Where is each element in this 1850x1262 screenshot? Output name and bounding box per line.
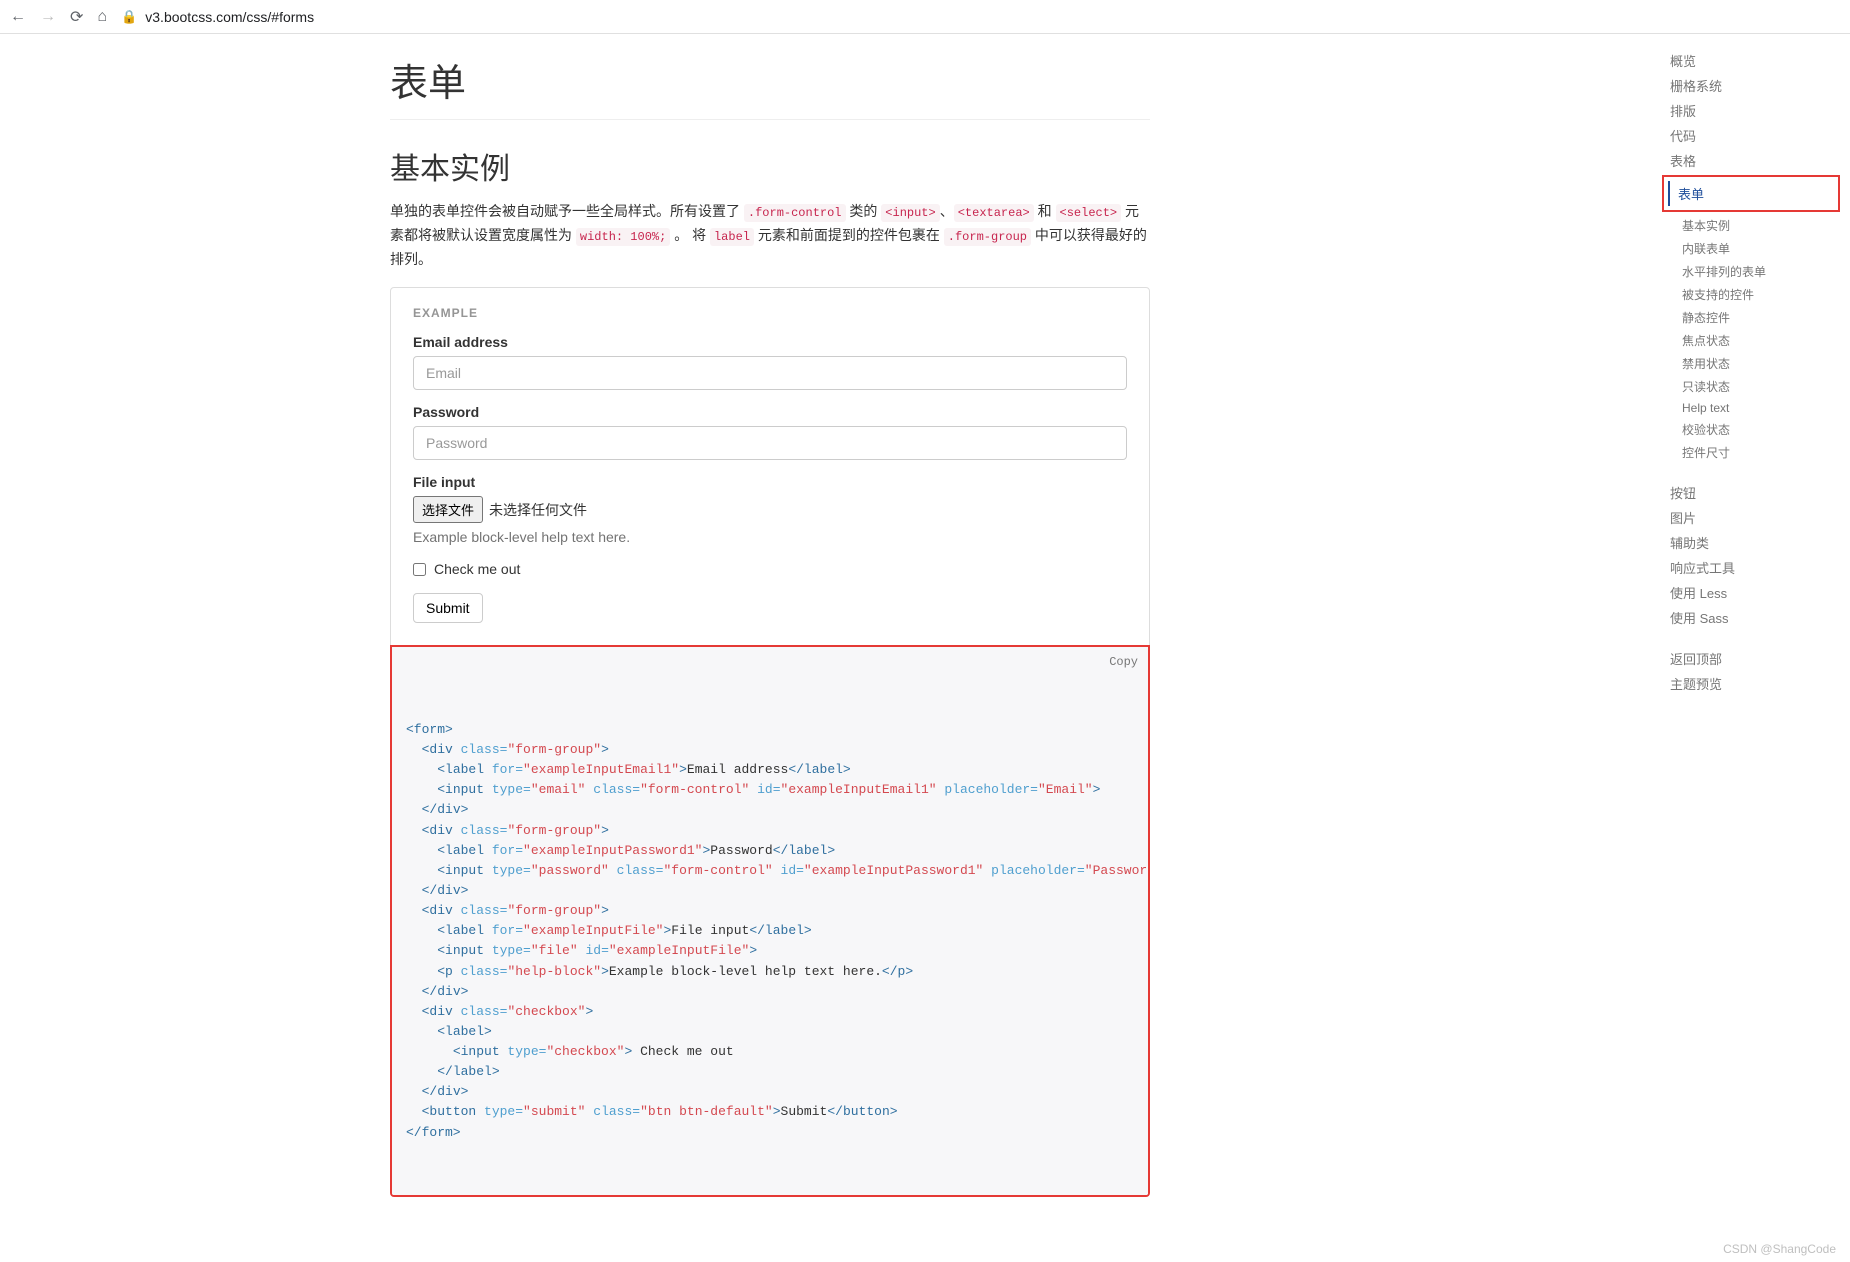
check-me-out-checkbox[interactable] xyxy=(413,563,426,576)
sidenav-item[interactable]: 辅助类 xyxy=(1670,530,1850,555)
example-panel: EXAMPLE Email address Password File inpu… xyxy=(390,287,1150,646)
sidenav-item[interactable]: 按钮 xyxy=(1670,480,1850,505)
sidenav-item[interactable]: 表格 xyxy=(1670,148,1850,173)
sidenav-item[interactable]: 校验状态 xyxy=(1670,418,1850,441)
example-label: EXAMPLE xyxy=(413,306,1127,320)
section-title: 基本实例 xyxy=(390,144,1150,188)
sidenav-item[interactable]: 被支持的控件 xyxy=(1670,283,1850,306)
sidenav-item[interactable]: 只读状态 xyxy=(1670,375,1850,398)
code-block: Copy <form> <div class="form-group"> <la… xyxy=(390,645,1150,1197)
page-title: 表单 xyxy=(390,52,1150,120)
sidenav-item[interactable]: 概览 xyxy=(1670,48,1850,73)
sidenav-item[interactable]: 内联表单 xyxy=(1670,237,1850,260)
checkbox-label: Check me out xyxy=(434,561,520,577)
sidenav-item[interactable]: 控件尺寸 xyxy=(1670,441,1850,464)
copy-button[interactable]: Copy xyxy=(1109,653,1138,672)
file-label: File input xyxy=(413,474,1127,490)
password-label: Password xyxy=(413,404,1127,420)
sidenav-item[interactable]: 图片 xyxy=(1670,505,1850,530)
back-icon[interactable]: ← xyxy=(10,8,26,26)
url-text: v3.bootcss.com/css/#forms xyxy=(145,9,314,25)
address-bar[interactable]: 🔒 v3.bootcss.com/css/#forms xyxy=(121,9,521,25)
sidenav-item[interactable]: 禁用状态 xyxy=(1670,352,1850,375)
main-content: 表单 基本实例 单独的表单控件会被自动赋予一些全局样式。所有设置了 .form-… xyxy=(390,34,1150,1197)
home-icon[interactable]: ⌂ xyxy=(97,8,107,26)
submit-button[interactable]: Submit xyxy=(413,593,483,623)
sidenav-item[interactable]: 使用 Less xyxy=(1670,580,1850,605)
sidenav-item[interactable]: 水平排列的表单 xyxy=(1670,260,1850,283)
forward-icon[interactable]: → xyxy=(40,8,56,26)
email-field[interactable] xyxy=(413,356,1127,390)
sidenav-item[interactable]: 基本实例 xyxy=(1670,214,1850,237)
file-status-text: 未选择任何文件 xyxy=(489,500,587,520)
choose-file-button[interactable]: 选择文件 xyxy=(413,496,483,523)
sidenav-item[interactable]: 使用 Sass xyxy=(1670,605,1850,630)
sidenav-item[interactable]: 焦点状态 xyxy=(1670,329,1850,352)
code-textarea: <textarea> xyxy=(954,204,1034,222)
sidenav-item[interactable]: 返回顶部 xyxy=(1670,646,1850,671)
sidenav-item[interactable]: 代码 xyxy=(1670,123,1850,148)
lock-icon: 🔒 xyxy=(121,9,137,25)
code-select: <select> xyxy=(1056,204,1122,222)
email-label: Email address xyxy=(413,334,1127,350)
browser-toolbar: ← → ⟳ ⌂ 🔒 v3.bootcss.com/css/#forms xyxy=(0,0,1850,34)
code-input: <input> xyxy=(881,204,939,222)
help-text: Example block-level help text here. xyxy=(413,529,1127,545)
sidenav-item[interactable]: 栅格系统 xyxy=(1670,73,1850,98)
lead-paragraph: 单独的表单控件会被自动赋予一些全局样式。所有设置了 .form-control … xyxy=(390,200,1150,271)
sidenav-item[interactable]: 响应式工具 xyxy=(1670,555,1850,580)
sidenav-item[interactable]: 静态控件 xyxy=(1670,306,1850,329)
sidenav-item[interactable]: 表单 xyxy=(1668,181,1832,206)
password-field[interactable] xyxy=(413,426,1127,460)
sidebar-nav: 概览栅格系统排版代码表格表单基本实例内联表单水平排列的表单被支持的控件静态控件焦… xyxy=(1670,40,1850,696)
code-width: width: 100%; xyxy=(576,228,670,246)
sidenav-item[interactable]: 主题预览 xyxy=(1670,671,1850,696)
code-form-control: .form-control xyxy=(744,204,846,222)
watermark-text: CSDN @ShangCode xyxy=(1723,1242,1836,1256)
sidenav-item[interactable]: Help text xyxy=(1670,398,1850,418)
code-form-group: .form-group xyxy=(944,228,1031,246)
reload-icon[interactable]: ⟳ xyxy=(70,7,83,27)
sidenav-item[interactable]: 排版 xyxy=(1670,98,1850,123)
code-label: label xyxy=(710,228,754,246)
